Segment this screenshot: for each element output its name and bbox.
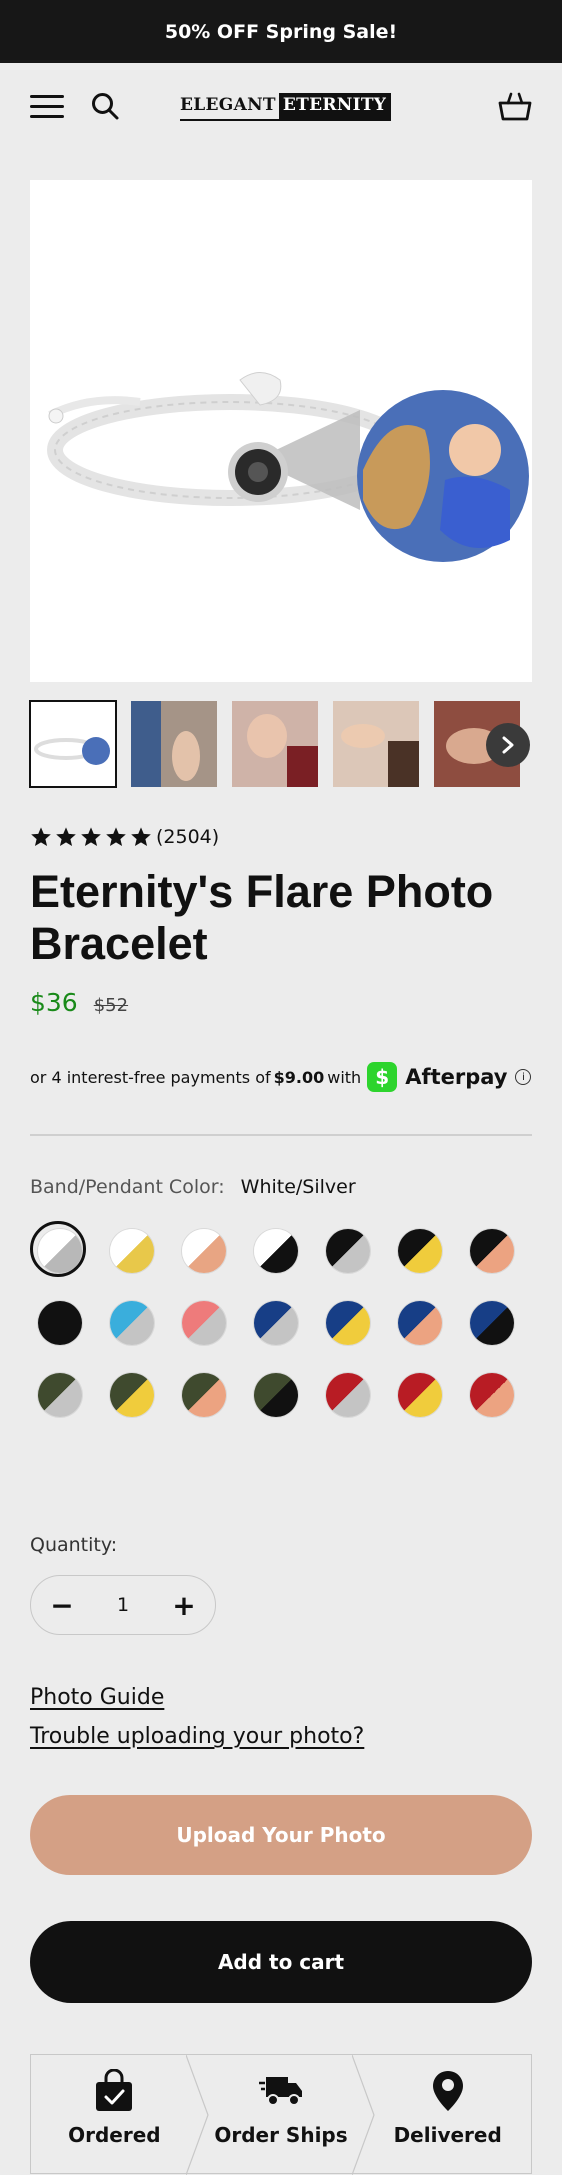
sale-price: $36: [30, 988, 78, 1017]
option-selected-value: White/Silver: [240, 1176, 356, 1198]
product-rating[interactable]: (2504): [30, 826, 219, 848]
color-swatch[interactable]: [38, 1301, 82, 1345]
shopping-bag-check-icon: [96, 2069, 133, 2111]
site-header: ELEGANT ETERNITY: [0, 63, 562, 151]
color-swatch-grid: [30, 1221, 550, 1441]
color-swatch[interactable]: [110, 1301, 154, 1345]
option-name: Band/Pendant Color:: [30, 1176, 225, 1198]
color-swatch[interactable]: [326, 1373, 370, 1417]
quantity-decrease-button[interactable]: −: [31, 1576, 93, 1634]
star-icon: [56, 827, 76, 846]
step-ordered: Ordered: [31, 2055, 209, 2175]
color-swatch[interactable]: [254, 1301, 298, 1345]
quantity-stepper: − 1 +: [30, 1575, 216, 1635]
next-image-button[interactable]: [486, 723, 530, 767]
step-divider-chevron: [352, 2055, 375, 2175]
announcement-text: 50% OFF Spring Sale!: [164, 20, 398, 43]
color-swatch[interactable]: [110, 1373, 154, 1417]
info-icon[interactable]: i: [515, 1069, 532, 1085]
star-icon: [81, 827, 101, 846]
color-swatch[interactable]: [398, 1229, 442, 1273]
thumbnail-strip: [29, 700, 562, 789]
star-icon: [31, 827, 51, 846]
step-label: Delivered: [393, 2123, 502, 2147]
color-swatch[interactable]: [326, 1229, 370, 1273]
product-title: Eternity's Flare Photo Bracelet: [30, 866, 494, 969]
product-price: $36 $52: [30, 988, 128, 1017]
color-swatch[interactable]: [470, 1301, 514, 1345]
color-swatch[interactable]: [470, 1373, 514, 1417]
thumbnail-3[interactable]: [232, 701, 318, 787]
add-to-cart-button[interactable]: Add to cart: [30, 1921, 532, 2003]
afterpay-badge-icon: $: [367, 1062, 398, 1092]
afterpay-with: with: [327, 1067, 362, 1087]
color-swatch[interactable]: [254, 1373, 298, 1417]
star-icon: [106, 827, 126, 846]
logo-text-eternity: ETERNITY: [278, 93, 392, 121]
cart-icon[interactable]: [498, 89, 532, 123]
thumbnail-4[interactable]: [333, 701, 419, 787]
star-rating: [30, 826, 152, 848]
search-icon[interactable]: [90, 91, 120, 121]
step-divider-chevron: [185, 2055, 209, 2175]
color-swatch[interactable]: [470, 1229, 514, 1273]
upload-photo-button[interactable]: Upload Your Photo: [30, 1795, 532, 1875]
color-swatch[interactable]: [326, 1301, 370, 1345]
trouble-uploading-link[interactable]: Trouble uploading your photo?: [30, 1724, 364, 1749]
map-pin-icon: [432, 2071, 463, 2111]
afterpay-message: or 4 interest-free payments of $9.00 wit…: [30, 1062, 532, 1092]
color-swatch[interactable]: [38, 1373, 82, 1417]
step-delivered: Delivered: [364, 2055, 531, 2173]
quantity-value[interactable]: 1: [93, 1594, 153, 1616]
announcement-bar: 50% OFF Spring Sale!: [0, 0, 562, 63]
chevron-right-icon: [502, 736, 514, 754]
menu-icon[interactable]: [30, 95, 64, 119]
quantity-label: Quantity:: [30, 1534, 118, 1556]
divider: [30, 1134, 532, 1136]
color-swatch[interactable]: [254, 1229, 298, 1273]
afterpay-brand: Afterpay: [405, 1065, 508, 1089]
step-label: Order Ships: [214, 2123, 348, 2147]
color-swatch[interactable]: [110, 1229, 154, 1273]
review-count: (2504): [156, 826, 220, 848]
logo-text-elegant: ELEGANT: [180, 93, 279, 121]
step-order-ships: Order Ships: [198, 2055, 375, 2175]
afterpay-amount: $9.00: [273, 1067, 325, 1087]
color-swatch[interactable]: [398, 1301, 442, 1345]
color-swatch[interactable]: [398, 1373, 442, 1417]
brand-logo[interactable]: ELEGANT ETERNITY: [180, 93, 392, 121]
thumbnail-2[interactable]: [131, 701, 217, 787]
afterpay-text: or 4 interest-free payments of: [30, 1067, 271, 1087]
product-main-image[interactable]: [30, 180, 532, 682]
star-icon: [131, 827, 151, 846]
compare-at-price: $52: [93, 995, 129, 1016]
color-swatch[interactable]: [182, 1373, 226, 1417]
thumbnail-1[interactable]: [29, 700, 117, 788]
quantity-increase-button[interactable]: +: [153, 1576, 215, 1634]
color-option-label: Band/Pendant Color: White/Silver: [30, 1176, 356, 1198]
step-label: Ordered: [68, 2123, 161, 2147]
delivery-truck-icon: [259, 2077, 302, 2106]
order-progress-steps: Ordered Order Ships Delivered: [30, 2054, 532, 2175]
color-swatch[interactable]: [182, 1229, 226, 1273]
photo-guide-link[interactable]: Photo Guide: [30, 1685, 164, 1710]
color-swatch[interactable]: [182, 1301, 226, 1345]
color-swatch[interactable]: [30, 1221, 86, 1277]
